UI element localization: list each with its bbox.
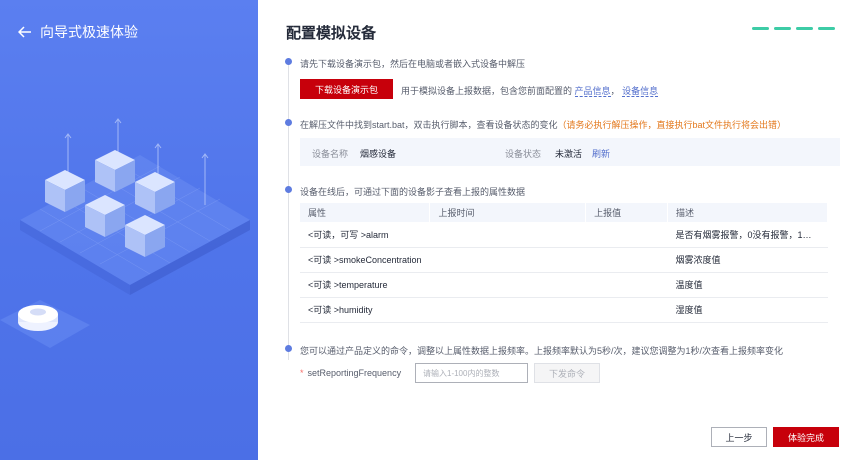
step-bar-3 — [796, 27, 813, 30]
cell-attribute: <可读 >humidity — [300, 297, 430, 323]
step-indicator — [752, 27, 835, 30]
step3-text: 设备在线后，可通过下面的设备影子查看上报的属性数据 — [300, 187, 526, 197]
col-description: 描述 — [667, 203, 829, 222]
step-bar-4 — [818, 27, 835, 30]
col-report-value: 上报值 — [585, 203, 668, 222]
device-name-label: 设备名称 — [312, 149, 349, 159]
timeline-line — [288, 58, 289, 360]
page-title: 配置模拟设备 — [286, 25, 377, 42]
left-panel: 向导式极速体验 — [0, 0, 258, 460]
required-marker: * — [300, 368, 304, 378]
arrow-left-icon — [18, 26, 31, 38]
cell-description: 湿度值 — [667, 297, 828, 323]
device-info-box: 设备名称 烟感设备 设备状态 未激活 刷新 — [300, 138, 840, 166]
cell-report-time — [429, 247, 586, 273]
step1-desc-prefix: 用于模拟设备上报数据，包含您前面配置的 — [401, 86, 573, 96]
cell-attribute: <可读 >smokeConcentration — [300, 247, 430, 273]
step1-text: 请先下载设备演示包，然后在电脑或者嵌入式设备中解压 — [300, 59, 526, 69]
table-row: <可读，可写 >alarm 是否有烟雾报警，0没有报警，1有报警 — [300, 222, 828, 248]
col-attribute: 属性 — [300, 203, 431, 222]
table-row: <可读 >smokeConcentration 烟雾浓度值 — [300, 247, 828, 273]
product-info-link[interactable]: 产品信息 — [574, 86, 611, 97]
step-bar-2 — [774, 27, 791, 30]
cell-report-value — [585, 247, 668, 273]
finish-button[interactable]: 体验完成 — [773, 427, 839, 447]
iot-illustration — [0, 118, 250, 348]
cell-description: 是否有烟雾报警，0没有报警，1有报警 — [667, 222, 828, 248]
cell-report-time — [429, 272, 586, 298]
step1-description: 用于模拟设备上报数据，包含您前面配置的 产品信息， 设备信息 — [401, 86, 659, 97]
cell-description: 烟雾浓度值 — [667, 247, 828, 273]
download-demo-button[interactable]: 下载设备演示包 — [300, 79, 393, 99]
step-dot-1 — [285, 58, 292, 65]
device-info-link[interactable]: 设备信息 — [622, 86, 659, 97]
cell-report-time — [429, 222, 586, 248]
main-panel: 配置模拟设备 请先下载设备演示包，然后在电脑或者嵌入式设备中解压 下载设备演示包… — [258, 0, 865, 460]
frequency-field-label: * setReportingFrequency — [300, 368, 401, 378]
cell-attribute: <可读 >temperature — [300, 272, 430, 298]
frequency-label-text: setReportingFrequency — [307, 368, 402, 378]
cell-report-value — [585, 297, 668, 323]
step2-text: 在解压文件中找到start.bat，双击执行脚本，查看设备状态的变化（请务必执行… — [300, 118, 786, 131]
step-dot-3 — [285, 186, 292, 193]
step-dot-4 — [285, 345, 292, 352]
cell-description: 温度值 — [667, 272, 828, 298]
col-report-time: 上报时间 — [429, 203, 587, 222]
frequency-input[interactable] — [415, 363, 528, 383]
property-table: 属性 上报时间 上报值 描述 <可读，可写 >alarm 是否有烟雾报警，0没有… — [300, 203, 829, 323]
device-name-value: 烟感设备 — [360, 149, 397, 159]
step2-instruction: 在解压文件中找到start.bat，双击执行脚本，查看设备状态的变化 — [300, 120, 558, 130]
refresh-link[interactable]: 刷新 — [592, 147, 610, 160]
table-header-row: 属性 上报时间 上报值 描述 — [300, 203, 829, 222]
table-row: <可读 >temperature 温度值 — [300, 272, 828, 298]
cell-attribute: <可读，可写 >alarm — [300, 222, 430, 248]
step4-text: 您可以通过产品定义的命令，调整以上属性数据上报频率。上报频率默认为5秒/次，建议… — [300, 346, 784, 356]
step-bar-1 — [752, 27, 769, 30]
back-link[interactable]: 向导式极速体验 — [18, 22, 138, 42]
step-dot-2 — [285, 119, 292, 126]
table-row: <可读 >humidity 湿度值 — [300, 297, 828, 323]
device-status-label: 设备状态 — [505, 149, 542, 159]
device-status-value: 未激活 — [555, 149, 583, 159]
send-command-button[interactable]: 下发命令 — [534, 363, 600, 383]
cell-report-time — [429, 297, 586, 323]
prev-step-button[interactable]: 上一步 — [711, 427, 767, 447]
cell-report-value — [585, 222, 668, 248]
step2-warning: （请务必执行解压操作，直接执行bat文件执行将会出错） — [557, 120, 787, 130]
back-link-label: 向导式极速体验 — [40, 24, 138, 40]
cell-report-value — [585, 272, 668, 298]
